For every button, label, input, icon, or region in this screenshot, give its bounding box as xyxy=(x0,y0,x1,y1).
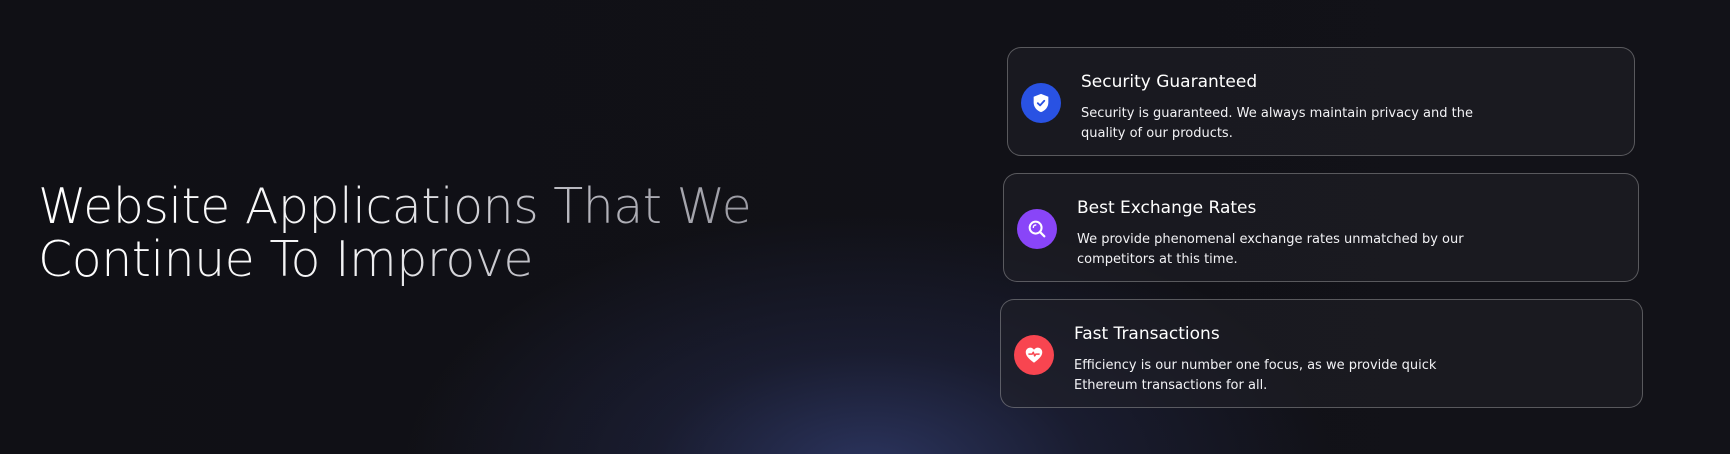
feature-title: Security Guaranteed xyxy=(1081,72,1258,92)
shield-check-icon xyxy=(1021,83,1061,123)
feature-description: Efficiency is our number one focus, as w… xyxy=(1074,358,1437,393)
heart-icon xyxy=(1014,335,1054,375)
feature-card-exchange-rates: Best Exchange Rates We provide phenomena… xyxy=(1003,173,1639,282)
feature-card-security: Security Guaranteed Security is guarante… xyxy=(1007,47,1635,156)
feature-description: Security is guaranteed. We always mainta… xyxy=(1081,106,1473,141)
feature-title: Best Exchange Rates xyxy=(1077,198,1257,218)
feature-title: Fast Transactions xyxy=(1074,324,1220,344)
hero-title-line-1: Website Applications That We xyxy=(38,178,752,235)
search-icon xyxy=(1017,209,1057,249)
feature-description: We provide phenomenal exchange rates unm… xyxy=(1077,232,1464,267)
feature-card-fast-transactions: Fast Transactions Efficiency is our numb… xyxy=(1000,299,1643,408)
hero-title: Website Applications That We Continue To… xyxy=(38,180,751,286)
hero-title-line-2: Continue To Improve xyxy=(38,231,534,288)
